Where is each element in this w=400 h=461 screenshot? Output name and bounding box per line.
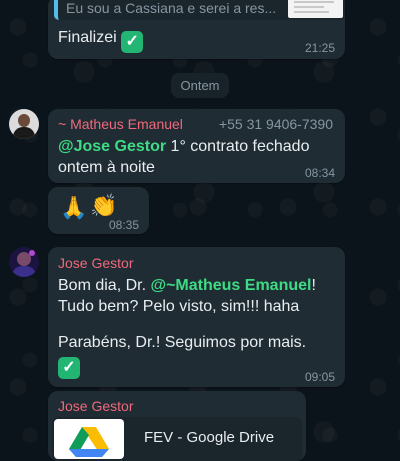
message-time: 08:34 [304, 166, 335, 180]
sender-phone: +55 31 9406-7390 [218, 116, 333, 132]
message-text: Finalizei [58, 29, 117, 46]
check-mark-icon: ✓ [58, 357, 80, 379]
mention-jose[interactable]: @Jose Gestor [58, 138, 166, 155]
sender-name[interactable]: Jose Gestor [58, 398, 133, 414]
clapping-hands-icon: 👏 [90, 193, 118, 218]
google-drive-icon [54, 419, 124, 459]
folded-hands-icon: 🙏 [60, 195, 88, 220]
message-time: 09:05 [304, 370, 335, 384]
date-divider: Ontem [171, 73, 229, 98]
message-bubble-emoji[interactable]: 🙏 👏 08:35 [48, 187, 149, 234]
sender-name[interactable]: Jose Gestor [58, 255, 133, 271]
message-bubble-matheus[interactable]: ~ Matheus Emanuel +55 31 9406-7390 @Jose… [48, 109, 345, 183]
quoted-message[interactable]: Eu sou a Cassiana e serei a res... [54, 0, 345, 20]
document-preview[interactable]: FEV - Google Drive [52, 417, 302, 461]
message-bubble-finalizei[interactable]: Eu sou a Cassiana e serei a res... Final… [48, 0, 345, 59]
sender-name[interactable]: ~ Matheus Emanuel [58, 116, 183, 132]
message-bubble-jose-document[interactable]: Jose Gestor FEV - Google Drive [48, 391, 306, 461]
mention-matheus[interactable]: @~Matheus Emanuel [150, 277, 311, 294]
quoted-thumbnail-icon [288, 0, 343, 18]
quoted-message-text: Eu sou a Cassiana e serei a res... [66, 0, 277, 16]
message-time: 21:25 [304, 41, 335, 55]
document-title: FEV - Google Drive [144, 429, 275, 446]
avatar-jose[interactable] [9, 247, 39, 277]
message-time: 08:35 [108, 218, 139, 232]
avatar-matheus[interactable] [9, 109, 39, 139]
message-text-2: Parabéns, Dr.! Seguimos por mais. [58, 334, 307, 351]
message-text: Bom dia, Dr. [58, 277, 151, 294]
message-bubble-jose[interactable]: Jose Gestor Bom dia, Dr. @~Matheus Emanu… [48, 247, 345, 387]
check-mark-icon: ✓ [121, 31, 144, 53]
